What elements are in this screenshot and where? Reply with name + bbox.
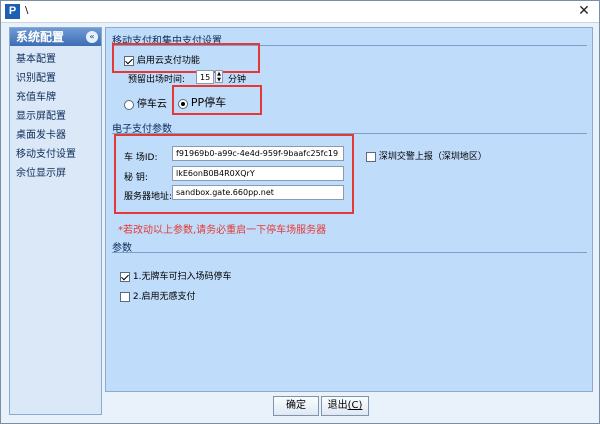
exit-time-unit: 分钟 <box>228 75 247 85</box>
mode-option-pp[interactable]: PP停车 <box>178 94 226 110</box>
seamless-checkbox[interactable] <box>120 291 130 302</box>
exit-time-input[interactable]: 15 <box>196 70 214 84</box>
cloud-pay-checkbox[interactable] <box>124 55 134 66</box>
sidebar-item-card-issuer[interactable]: 桌面发卡器 <box>10 126 101 145</box>
param-option-plateless: 1.无牌车可扫入场码停车 <box>120 269 231 282</box>
exit-button[interactable]: 退出(C) <box>321 396 369 416</box>
sidebar-item-remaining-spaces[interactable]: 余位显示屏 <box>10 164 101 183</box>
cloud-pay-label: 启用云支付功能 <box>136 56 200 66</box>
mode-label-cloud: 停车云 <box>136 99 167 110</box>
ok-button[interactable]: 确定 <box>273 396 319 416</box>
config-window: P \ ✕ 系统配置 « 基本配置 识别配置 充值车牌 显示屏配置 桌面发卡器 … <box>0 0 600 424</box>
shenzhen-report-label: 深圳交警上报（深圳地区） <box>378 152 487 162</box>
server-input[interactable]: sandbox.gate.660pp.net <box>172 185 344 200</box>
shenzhen-report-checkbox[interactable] <box>366 151 376 162</box>
sidebar-item-recognition[interactable]: 识别配置 <box>10 69 101 88</box>
collapse-icon[interactable]: « <box>86 31 98 43</box>
shenzhen-report-row: 深圳交警上报（深圳地区） <box>366 149 487 162</box>
section-divider <box>112 252 587 253</box>
sidebar-header-label: 系统配置 <box>16 30 65 44</box>
lot-id-label: 车 场ID: <box>124 153 158 163</box>
sidebar-item-recharge-plate[interactable]: 充值车牌 <box>10 88 101 107</box>
mode-radio-pp[interactable] <box>178 98 188 109</box>
lot-id-input[interactable]: f91969b0-a99c-4e4d-959f-9baafc25fc19 <box>172 146 344 161</box>
exit-time-label: 预留出场时间: <box>128 75 186 85</box>
plateless-checkbox[interactable] <box>120 271 130 282</box>
seamless-label: 2.启用无感支付 <box>132 292 196 302</box>
server-label: 服务器地址: <box>124 192 173 202</box>
plateless-label: 1.无牌车可扫入场码停车 <box>132 272 232 282</box>
title-bar: P \ ✕ <box>1 1 599 23</box>
sidebar-header: 系统配置 « <box>10 28 101 46</box>
sidebar-item-display-screen[interactable]: 显示屏配置 <box>10 107 101 126</box>
exit-time-spinner[interactable]: ▲ ▼ <box>215 70 223 83</box>
sidebar-item-mobile-pay[interactable]: 移动支付设置 <box>10 145 101 164</box>
exit-mnemonic: (C) <box>347 400 363 411</box>
cloud-pay-row: 启用云支付功能 <box>124 53 200 66</box>
window-title: \ <box>25 5 29 16</box>
secret-input[interactable]: lkE6onB0B4R0XQrY <box>172 166 344 181</box>
sidebar-item-basic[interactable]: 基本配置 <box>10 50 101 69</box>
settings-panel: 移动支付和集中支付设置 启用云支付功能 预留出场时间: 15 ▲ ▼ 分钟 停车云… <box>105 27 593 392</box>
restart-warning: *若改动以上参数,请务必重启一下停车场服务器 <box>118 225 327 236</box>
sidebar: 系统配置 « 基本配置 识别配置 充值车牌 显示屏配置 桌面发卡器 移动支付设置… <box>9 27 102 415</box>
close-icon[interactable]: ✕ <box>575 2 593 20</box>
app-logo-icon: P <box>5 4 20 19</box>
mode-option-cloud[interactable]: 停车云 <box>124 95 167 110</box>
mode-radio-cloud[interactable] <box>124 99 134 110</box>
mode-label-pp: PP停车 <box>190 96 227 109</box>
sidebar-list: 基本配置 识别配置 充值车牌 显示屏配置 桌面发卡器 移动支付设置 余位显示屏 <box>10 46 101 183</box>
param-option-seamless: 2.启用无感支付 <box>120 289 195 302</box>
exit-button-label: 退出 <box>327 400 348 411</box>
secret-label: 秘 钥: <box>124 173 148 183</box>
footer-bar: 确定 退出(C) <box>105 394 593 418</box>
